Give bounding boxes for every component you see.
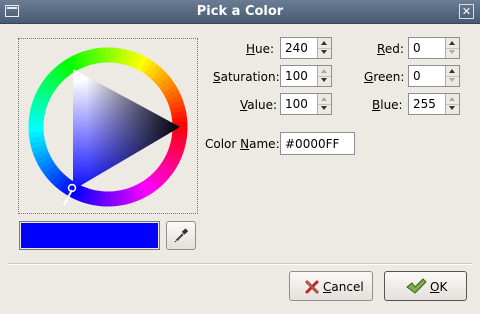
red-label: Red: [377,42,404,56]
title-bar: Pick a Color ✕ [0,0,480,24]
blue-label: Blue: [372,98,403,112]
hue-spinbutton[interactable]: 240 [280,37,332,59]
ok-label: OK [430,280,448,294]
green-label: Green: [364,70,405,84]
saturation-stepper[interactable] [317,66,331,86]
hue-label: Hue: [246,42,275,56]
red-value[interactable]: 0 [413,41,421,55]
value-spinbutton[interactable]: 100 [280,93,332,115]
saturation-spinbutton[interactable]: 100 [280,65,332,87]
red-spinbutton[interactable]: 0 [408,37,460,59]
blue-value[interactable]: 255 [413,97,436,111]
hue-decrement-button[interactable] [318,48,331,58]
color-name-value[interactable]: #0000FF [285,137,339,151]
red-stepper[interactable] [445,38,459,58]
hsv-color-wheel[interactable] [18,38,198,214]
eyedropper-button[interactable] [166,221,196,250]
saturation-decrement-button[interactable] [318,76,331,86]
blue-stepper[interactable] [445,94,459,114]
ok-checkmark-icon [406,278,427,294]
value-value[interactable]: 100 [285,97,308,111]
value-label: Value: [240,98,277,112]
color-name-input[interactable]: #0000FF [280,132,355,155]
cancel-x-icon [305,280,319,294]
color-preview-swatch [19,221,160,250]
green-stepper[interactable] [445,66,459,86]
color-name-label: Color Name: [205,137,280,151]
hsv-wheel-graphic[interactable] [19,39,199,215]
green-value[interactable]: 0 [413,69,421,83]
green-spinbutton[interactable]: 0 [408,65,460,87]
value-stepper[interactable] [317,94,331,114]
ok-button[interactable]: OK [384,271,467,301]
hue-value[interactable]: 240 [285,41,308,55]
blue-spinbutton[interactable]: 255 [408,93,460,115]
saturation-value[interactable]: 100 [285,69,308,83]
value-decrement-button[interactable] [318,104,331,114]
hue-stepper[interactable] [317,38,331,58]
close-button[interactable]: ✕ [459,4,474,19]
button-separator [8,263,472,265]
color-preview-fill [21,223,158,248]
red-decrement-button[interactable] [446,48,459,58]
green-decrement-button[interactable] [446,76,459,86]
blue-decrement-button[interactable] [446,104,459,114]
eyedropper-icon [174,228,189,243]
cancel-label: Cancel [323,280,364,294]
saturation-label: Saturation: [213,70,280,84]
cancel-button[interactable]: Cancel [289,271,373,301]
window-title: Pick a Color [196,4,284,19]
